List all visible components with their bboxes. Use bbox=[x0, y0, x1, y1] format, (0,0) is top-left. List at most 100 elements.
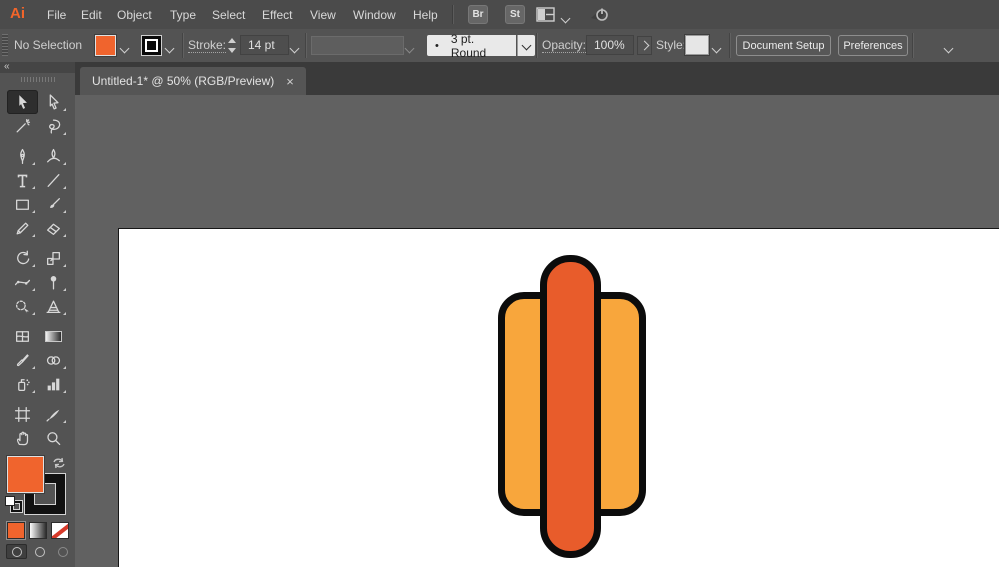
rotate-tool-icon bbox=[16, 250, 29, 264]
workspace-chevron-icon[interactable] bbox=[560, 11, 571, 25]
shaper-tool-icon bbox=[16, 222, 28, 234]
stroke-weight-stepper[interactable] bbox=[226, 37, 237, 54]
style-swatch[interactable] bbox=[685, 35, 709, 55]
mesh-tool[interactable] bbox=[7, 324, 38, 348]
stroke-swatch-hole bbox=[145, 39, 158, 52]
stroke-color-chevron-icon[interactable] bbox=[164, 41, 175, 55]
slice-tool[interactable] bbox=[38, 402, 69, 426]
menu-type[interactable]: Type bbox=[170, 8, 196, 22]
column-graph-tool[interactable] bbox=[38, 372, 69, 396]
magic-wand-tool[interactable] bbox=[7, 114, 38, 138]
document-setup-button[interactable]: Document Setup bbox=[736, 35, 831, 56]
scale-tool[interactable] bbox=[38, 246, 69, 270]
opacity-expand-button[interactable] bbox=[637, 36, 652, 55]
eyedropper-tool[interactable] bbox=[7, 348, 38, 372]
control-bar-grip[interactable] bbox=[2, 34, 8, 56]
stroke-color-swatch[interactable] bbox=[141, 35, 162, 56]
rectangle-tool[interactable] bbox=[7, 192, 38, 216]
stroke-label[interactable]: Stroke: bbox=[188, 38, 227, 53]
rotate-tool[interactable] bbox=[7, 246, 38, 270]
app-logo: Ai bbox=[10, 5, 25, 22]
zoom-tool[interactable] bbox=[38, 426, 69, 450]
tool-panel: « bbox=[0, 62, 75, 567]
selection-options-chevron-icon[interactable] bbox=[943, 41, 954, 55]
brush-definition-chevron-icon[interactable] bbox=[517, 35, 535, 56]
stroke-weight-chevron-icon[interactable] bbox=[289, 41, 300, 55]
fill-proxy-swatch[interactable] bbox=[7, 456, 44, 493]
direct-selection-tool[interactable] bbox=[38, 90, 69, 114]
style-chevron-icon[interactable] bbox=[711, 41, 722, 55]
workspace-layout-icon[interactable] bbox=[536, 6, 555, 26]
swap-fill-stroke-icon[interactable] bbox=[51, 456, 67, 473]
draw-behind-mode-icon[interactable] bbox=[29, 544, 50, 559]
draw-inside-mode-icon[interactable] bbox=[52, 544, 73, 559]
document-tab[interactable]: Untitled-1* @ 50% (RGB/Preview) × bbox=[80, 67, 306, 95]
artboard-tool-icon bbox=[14, 406, 30, 422]
shaper-tool[interactable] bbox=[7, 216, 38, 240]
opacity-field[interactable]: 100% bbox=[586, 35, 634, 55]
paintbrush-tool[interactable] bbox=[38, 192, 69, 216]
menu-file[interactable]: File bbox=[47, 8, 66, 22]
lasso-tool[interactable] bbox=[38, 114, 69, 138]
fill-stroke-proxy bbox=[0, 456, 75, 516]
illustrator-window: Ai File Edit Object Type Select Effect V… bbox=[0, 0, 999, 567]
menu-window[interactable]: Window bbox=[353, 8, 396, 22]
brush-definition-dropdown[interactable]: • 3 pt. Round bbox=[427, 32, 516, 60]
color-button[interactable] bbox=[6, 521, 26, 540]
blend-tool[interactable] bbox=[38, 348, 69, 372]
scale-tool-icon bbox=[46, 251, 60, 265]
menubar-separator bbox=[452, 5, 453, 24]
stroke-weight-field[interactable]: 14 pt bbox=[240, 35, 289, 55]
separator bbox=[536, 33, 537, 58]
gradient-button[interactable] bbox=[29, 522, 47, 539]
type-tool[interactable] bbox=[7, 168, 38, 192]
separator bbox=[729, 33, 730, 58]
lasso-tool-icon bbox=[48, 118, 60, 134]
perspective-grid-tool[interactable] bbox=[38, 294, 69, 318]
canvas-pasteboard[interactable] bbox=[75, 95, 999, 567]
fill-color-chevron-icon[interactable] bbox=[119, 41, 130, 55]
blend-tool-icon bbox=[46, 355, 60, 365]
bridge-button[interactable]: Br bbox=[468, 5, 488, 24]
fill-color-swatch[interactable] bbox=[95, 35, 116, 56]
gradient-tool[interactable] bbox=[38, 324, 69, 348]
menu-select[interactable]: Select bbox=[212, 8, 245, 22]
panel-collapse-button[interactable]: « bbox=[0, 62, 75, 73]
menu-view[interactable]: View bbox=[310, 8, 336, 22]
width-tool[interactable] bbox=[7, 270, 38, 294]
artboard-tool[interactable] bbox=[7, 402, 38, 426]
default-fill-stroke-icon[interactable] bbox=[5, 496, 22, 512]
hotdog-sausage-shape[interactable] bbox=[540, 255, 601, 558]
shape-builder-tool[interactable] bbox=[7, 294, 38, 318]
draw-normal-mode-icon[interactable] bbox=[6, 544, 27, 559]
perspective-grid-tool-icon bbox=[45, 300, 61, 313]
eraser-tool[interactable] bbox=[38, 216, 69, 240]
menu-effect[interactable]: Effect bbox=[262, 8, 292, 22]
none-button[interactable] bbox=[51, 522, 69, 539]
hand-tool[interactable] bbox=[7, 426, 38, 450]
panel-grip[interactable] bbox=[20, 77, 55, 82]
curvature-tool[interactable] bbox=[38, 144, 69, 168]
preferences-button[interactable]: Preferences bbox=[838, 35, 908, 56]
menu-help[interactable]: Help bbox=[413, 8, 438, 22]
opacity-label[interactable]: Opacity: bbox=[542, 38, 587, 53]
menu-object[interactable]: Object bbox=[117, 8, 152, 22]
column-graph-tool-icon bbox=[47, 378, 59, 390]
stock-button[interactable]: St bbox=[505, 5, 525, 24]
line-segment-tool[interactable] bbox=[38, 168, 69, 192]
pen-tool[interactable] bbox=[7, 144, 38, 168]
curvature-tool-icon bbox=[46, 148, 60, 162]
menu-edit[interactable]: Edit bbox=[81, 8, 102, 22]
puppet-warp-tool[interactable] bbox=[38, 270, 69, 294]
touch-workspace-icon[interactable] bbox=[587, 4, 611, 28]
tab-close-icon[interactable]: × bbox=[286, 75, 294, 88]
document-tab-title: Untitled-1* @ 50% (RGB/Preview) bbox=[92, 74, 275, 88]
selection-tool[interactable] bbox=[6, 90, 38, 114]
separator bbox=[182, 33, 183, 58]
symbol-sprayer-tool-icon bbox=[17, 378, 30, 391]
magic-wand-tool-icon bbox=[16, 118, 30, 132]
brush-definition-value: 3 pt. Round bbox=[450, 31, 487, 60]
rectangle-tool-icon bbox=[15, 199, 29, 210]
color-mode-row bbox=[0, 521, 75, 540]
symbol-sprayer-tool[interactable] bbox=[7, 372, 38, 396]
